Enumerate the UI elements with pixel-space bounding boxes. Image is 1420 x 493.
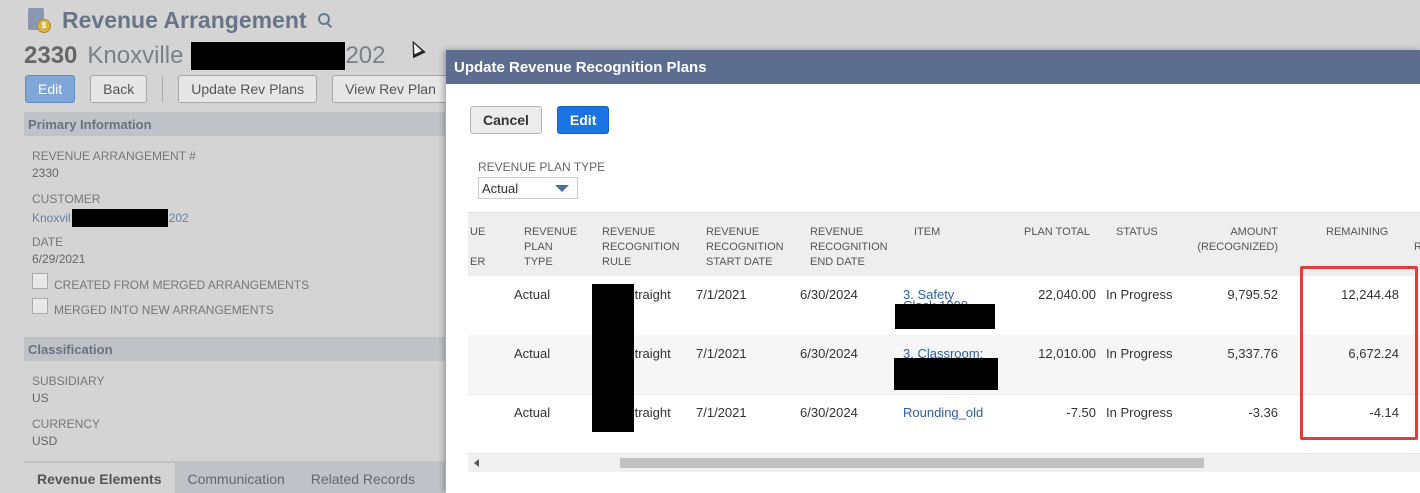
redaction-block: [894, 358, 998, 390]
search-icon[interactable]: [317, 12, 333, 28]
cell-status: In Progress: [1106, 346, 1173, 361]
customer-link[interactable]: Knoxvil 202: [32, 209, 189, 227]
toolbar: Edit Back Update Rev Plans View Rev Plan: [25, 75, 479, 103]
cell-status: In Progress: [1106, 405, 1173, 420]
dialog-title: Update Revenue Recognition Plans: [446, 50, 1420, 84]
col-header-partial: UE ER: [470, 226, 486, 268]
record-title: 2330 Knoxville 202: [24, 40, 385, 72]
merged-into-new-checkbox[interactable]: [32, 298, 48, 314]
col-header-end-date[interactable]: REVENUE RECOGNITION END DATE: [810, 225, 900, 270]
scroll-left-icon[interactable]: [474, 459, 479, 467]
subsidiary-value: US: [32, 391, 49, 405]
col-header-plan-type[interactable]: REVENUE PLAN TYPE: [524, 225, 584, 270]
customer-name-end: 202: [168, 211, 189, 225]
tab-revenue-elements[interactable]: Revenue Elements: [24, 463, 175, 493]
chevron-down-icon: [555, 185, 569, 192]
update-rev-plans-button[interactable]: Update Rev Plans: [178, 75, 318, 103]
cell-amount: 9,795.52: [1227, 287, 1278, 302]
redaction-block: [592, 284, 634, 432]
plan-type-selected: Actual: [482, 180, 519, 196]
classification-header[interactable]: Classification: [24, 337, 445, 361]
record-name-start: Knoxville: [87, 42, 184, 69]
customer-label: CUSTOMER: [32, 192, 101, 206]
col-header-partial-right: R: [1414, 240, 1420, 255]
revenue-arrangement-icon: $: [26, 6, 51, 34]
page-header: $ Revenue Arrangement: [26, 4, 333, 36]
toolbar-divider: [162, 76, 164, 102]
cancel-button[interactable]: Cancel: [470, 106, 542, 134]
redaction-block: [71, 209, 168, 227]
cell-item-link[interactable]: Rounding_old: [903, 405, 983, 420]
plan-type-select[interactable]: Actual: [478, 177, 578, 199]
col-header-remaining[interactable]: REMAINING: [1326, 225, 1388, 240]
merged-into-new-label: MERGED INTO NEW ARRANGEMENTS: [54, 303, 274, 317]
rev-plans-grid: UE ER REVENUE PLAN TYPE REVENUE RECOGNIT…: [468, 212, 1420, 472]
cell-plan-type: Actual: [514, 287, 551, 302]
cell-status: In Progress: [1106, 287, 1173, 302]
cell-end-date: 6/30/2024: [800, 287, 858, 302]
cell-start-date: 7/1/2021: [696, 405, 747, 420]
cell-end-date: 6/30/2024: [800, 346, 858, 361]
arrangement-number-label: REVENUE ARRANGEMENT #: [32, 149, 196, 163]
cell-amount: -3.36: [1248, 405, 1278, 420]
col-header-start-date[interactable]: REVENUE RECOGNITION START DATE: [706, 225, 796, 270]
col-header-rule[interactable]: REVENUE RECOGNITION RULE: [602, 225, 692, 270]
update-rev-plans-dialog: Update Revenue Recognition Plans Cancel …: [446, 50, 1420, 493]
subtab-bar: Revenue Elements Communication Related R…: [24, 461, 445, 493]
page-title: Revenue Arrangement: [62, 6, 307, 33]
grid-header: UE ER REVENUE PLAN TYPE REVENUE RECOGNIT…: [468, 213, 1420, 276]
col-header-plan-total[interactable]: PLAN TOTAL: [1024, 225, 1090, 240]
currency-value: USD: [32, 434, 58, 448]
primary-information-header[interactable]: Primary Information: [24, 112, 445, 136]
record-name-end: 202: [345, 42, 386, 69]
cell-plan-type: Actual: [514, 346, 551, 361]
plan-type-label: REVENUE PLAN TYPE: [478, 160, 606, 174]
cell-plan-total: -7.50: [1066, 405, 1096, 420]
col-header-amount[interactable]: AMOUNT (RECOGNIZED): [1192, 225, 1278, 255]
edit-button[interactable]: Edit: [25, 75, 76, 103]
cell-end-date: 6/30/2024: [800, 405, 858, 420]
redaction-block: [191, 42, 346, 70]
col-header-status[interactable]: STATUS: [1116, 225, 1158, 240]
record-number: 2330: [24, 42, 78, 69]
date-label: DATE: [32, 235, 64, 249]
dialog-edit-button[interactable]: Edit: [556, 106, 610, 134]
remaining-highlight-box: [1300, 266, 1418, 440]
cell-plan-total: 22,040.00: [1038, 287, 1096, 302]
tab-related-records[interactable]: Related Records: [298, 471, 428, 493]
col-header-item[interactable]: ITEM: [914, 225, 940, 240]
subsidiary-label: SUBSIDIARY: [32, 374, 105, 388]
tab-communication[interactable]: Communication: [175, 471, 298, 493]
cell-start-date: 7/1/2021: [696, 346, 747, 361]
dialog-buttons: Cancel Edit: [470, 106, 624, 134]
horizontal-scrollbar[interactable]: [468, 453, 1420, 472]
redaction-block: [895, 304, 995, 329]
cell-plan-total: 12,010.00: [1038, 346, 1096, 361]
scrollbar-thumb[interactable]: [620, 458, 1204, 468]
arrangement-number-value: 2330: [32, 166, 59, 180]
cell-start-date: 7/1/2021: [696, 287, 747, 302]
customer-name-start: Knoxvil: [32, 211, 71, 225]
created-from-merged-label: CREATED FROM MERGED ARRANGEMENTS: [54, 278, 310, 292]
cell-amount: 5,337.76: [1227, 346, 1278, 361]
created-from-merged-checkbox[interactable]: [32, 273, 48, 289]
currency-label: CURRENCY: [32, 417, 101, 431]
back-button[interactable]: Back: [90, 75, 148, 103]
date-value: 6/29/2021: [32, 252, 86, 266]
cell-plan-type: Actual: [514, 405, 551, 420]
